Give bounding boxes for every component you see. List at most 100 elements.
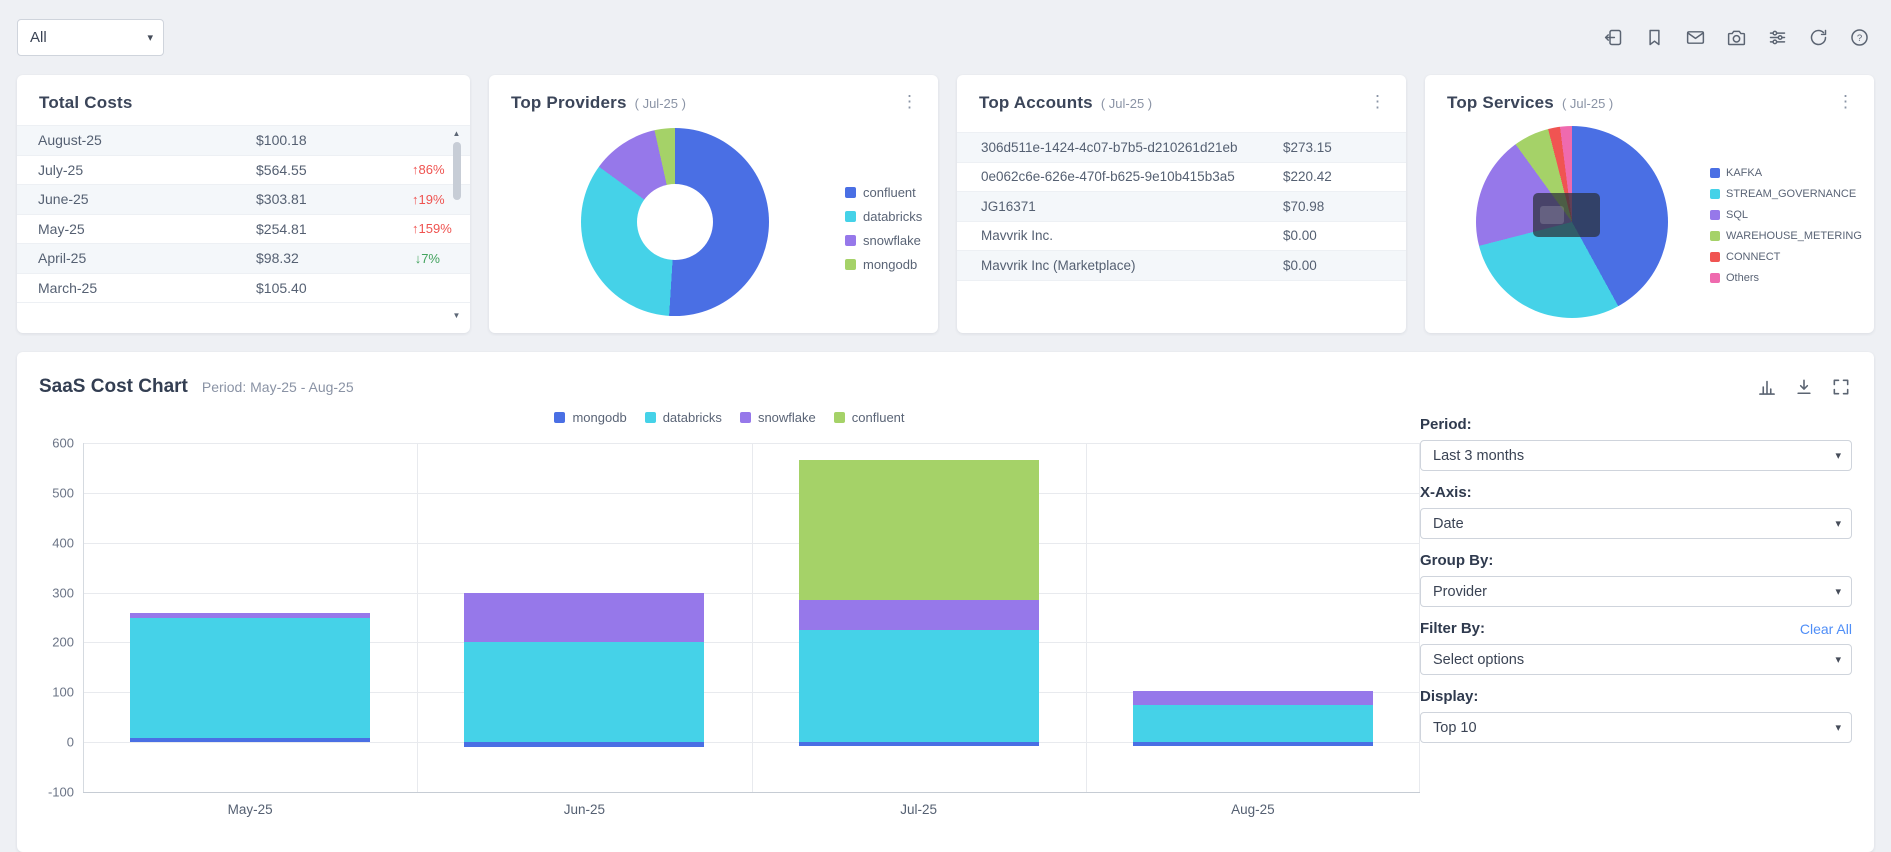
table-row: August-25$100.18: [17, 126, 470, 156]
scope-select[interactable]: All ▾: [17, 19, 164, 56]
row-value: $220.42: [1283, 169, 1388, 184]
saas-chart-legend: mongodb databricks snowflake confluent: [39, 410, 1420, 425]
legend-item[interactable]: mongodb: [554, 410, 626, 425]
period-label: Period:: [1420, 416, 1472, 433]
legend-item[interactable]: WAREHOUSE_METERING: [1710, 230, 1862, 242]
legend-item[interactable]: STREAM_GOVERNANCE: [1710, 188, 1862, 200]
svg-text:?: ?: [1856, 33, 1861, 44]
legend-swatch: [845, 187, 856, 198]
bookmark-icon[interactable]: [1643, 27, 1665, 49]
mail-icon[interactable]: [1684, 27, 1706, 49]
filter-by-select[interactable]: Select options ▾: [1420, 644, 1852, 675]
gridline-vertical: [1419, 443, 1420, 792]
kebab-menu-icon[interactable]: ⋮: [1831, 93, 1860, 110]
clear-all-link[interactable]: Clear All: [1800, 621, 1852, 637]
bar-confluent[interactable]: [799, 460, 1039, 600]
help-icon[interactable]: ?: [1848, 27, 1870, 49]
gridline-vertical: [1086, 443, 1087, 792]
providers-donut-chart[interactable]: [581, 128, 769, 316]
table-row: JG16371$70.98: [957, 192, 1406, 222]
card-title: Total Costs: [39, 93, 133, 113]
row-month: August-25: [38, 132, 256, 148]
bar-mongodb[interactable]: [464, 742, 704, 747]
scroll-down-arrow-icon[interactable]: ▼: [453, 310, 461, 322]
legend-item[interactable]: Others: [1710, 272, 1862, 284]
y-tick-label: 300: [30, 585, 74, 600]
table-row: Mavvrik Inc (Marketplace)$0.00: [957, 251, 1406, 281]
bar-mongodb[interactable]: [1133, 742, 1373, 746]
bar-mongodb[interactable]: [799, 742, 1039, 746]
xaxis-select[interactable]: Date ▾: [1420, 508, 1852, 539]
plot-area[interactable]: -1000100200300400500600: [83, 443, 1420, 792]
filter-by-label: Filter By:: [1420, 620, 1485, 637]
download-icon[interactable]: [1793, 376, 1815, 398]
saas-chart-content: mongodb databricks snowflake confluent -100…: [39, 402, 1852, 822]
legend-item[interactable]: snowflake: [845, 233, 922, 248]
period-select-value: Last 3 months: [1433, 448, 1524, 464]
camera-icon[interactable]: [1725, 27, 1747, 49]
legend-item[interactable]: databricks: [645, 410, 722, 425]
bar-snowflake[interactable]: [799, 600, 1039, 630]
services-pie-chart[interactable]: [1476, 126, 1668, 318]
fullscreen-icon[interactable]: [1830, 376, 1852, 398]
bar-databricks[interactable]: [464, 642, 704, 742]
legend-item[interactable]: CONNECT: [1710, 251, 1862, 263]
bar-chart-icon[interactable]: [1756, 376, 1778, 398]
topbar-actions: ?: [1602, 27, 1874, 49]
legend-swatch: [1710, 210, 1720, 220]
export-icon[interactable]: [1602, 27, 1624, 49]
chart-period-subtitle: Period: May-25 - Aug-25: [202, 379, 354, 395]
bar-snowflake[interactable]: [130, 613, 370, 619]
bar-mongodb[interactable]: [130, 738, 370, 742]
legend-swatch: [1710, 273, 1720, 283]
x-axis-label: May-25: [228, 802, 273, 817]
refresh-icon[interactable]: [1807, 27, 1829, 49]
scrollbar-track[interactable]: [453, 140, 461, 310]
row-month: April-25: [38, 250, 256, 266]
topbar: All ▾ ?: [17, 17, 1874, 58]
bar-databricks[interactable]: [799, 630, 1039, 742]
legend-item[interactable]: databricks: [845, 209, 922, 224]
top-services-card: Top Services ( Jul-25 ) ⋮ KAFKASTREAM_GO…: [1425, 75, 1874, 333]
table-row: Mavvrik Inc.$0.00: [957, 222, 1406, 252]
legend-item[interactable]: KAFKA: [1710, 167, 1862, 179]
row-month: March-25: [38, 280, 256, 296]
legend-item[interactable]: snowflake: [740, 410, 816, 425]
saas-cost-chart-card: SaaS Cost Chart Period: May-25 - Aug-25 …: [17, 352, 1874, 852]
legend-label: CONNECT: [1726, 251, 1780, 263]
kebab-menu-icon[interactable]: ⋮: [1363, 93, 1392, 110]
row-value: $273.15: [1283, 140, 1388, 155]
period-select[interactable]: Last 3 months ▾: [1420, 440, 1852, 471]
bar-snowflake[interactable]: [464, 593, 704, 643]
table-row: 0e062c6e-626e-470f-b625-9e10b415b3a5$220…: [957, 163, 1406, 193]
y-tick-label: -100: [30, 785, 74, 800]
total-costs-rows: August-25$100.18July-25$564.55↑86%June-2…: [17, 126, 470, 303]
legend-item[interactable]: confluent: [834, 410, 905, 425]
legend-label: mongodb: [863, 257, 917, 272]
sliders-icon[interactable]: [1766, 27, 1788, 49]
scrollbar-thumb[interactable]: [453, 142, 461, 200]
bar-snowflake[interactable]: [1133, 691, 1373, 705]
saas-chart-header: SaaS Cost Chart Period: May-25 - Aug-25: [39, 376, 1852, 398]
bar-databricks[interactable]: [130, 618, 370, 738]
bar-databricks[interactable]: [1133, 705, 1373, 742]
row-change: ↓7%: [412, 251, 440, 266]
row-month: June-25: [38, 191, 256, 207]
chart-tooltip: [1533, 193, 1600, 237]
legend-item[interactable]: mongodb: [845, 257, 922, 272]
legend-swatch: [740, 412, 751, 423]
legend-swatch: [1710, 168, 1720, 178]
xaxis-label: X-Axis:: [1420, 484, 1472, 501]
kebab-menu-icon[interactable]: ⋮: [895, 93, 924, 110]
chart-actions: [1756, 376, 1852, 398]
legend-label: databricks: [863, 209, 922, 224]
legend-item[interactable]: confluent: [845, 185, 922, 200]
scrollbar[interactable]: ▲ ▼: [450, 128, 463, 322]
display-select[interactable]: Top 10 ▾: [1420, 712, 1852, 743]
legend-label: databricks: [663, 410, 722, 425]
scroll-up-arrow-icon[interactable]: ▲: [453, 128, 461, 140]
x-axis-label: Jul-25: [900, 802, 937, 817]
legend-item[interactable]: SQL: [1710, 209, 1862, 221]
row-value: $254.81: [256, 221, 412, 237]
group-by-select[interactable]: Provider ▾: [1420, 576, 1852, 607]
